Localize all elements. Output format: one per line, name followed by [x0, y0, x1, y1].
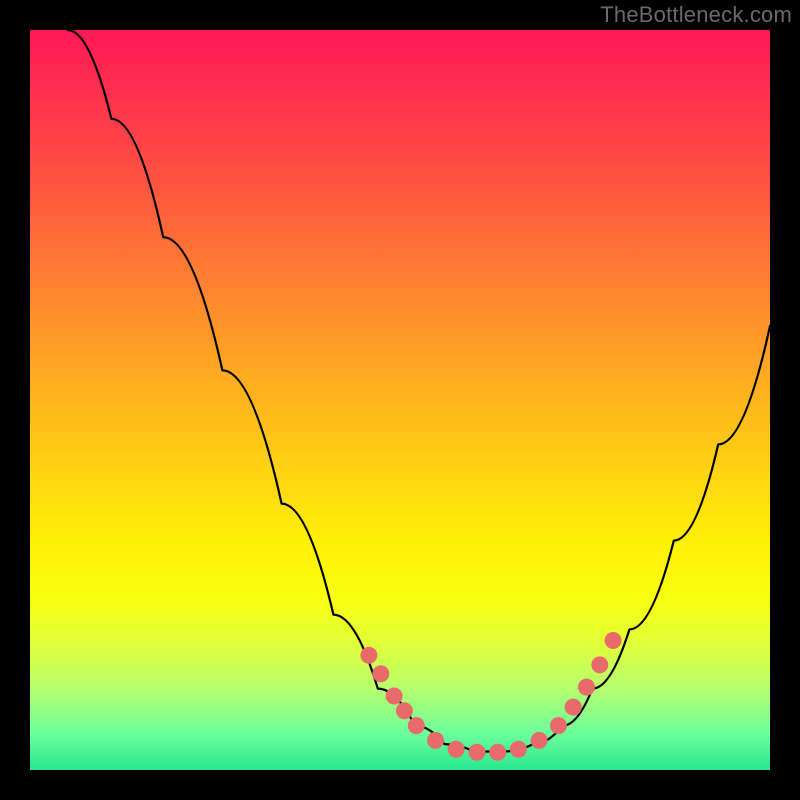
red-dot — [427, 732, 444, 749]
red-dot — [489, 744, 506, 761]
red-dot — [386, 688, 403, 705]
red-dot — [408, 717, 425, 734]
red-dot — [531, 732, 548, 749]
plot-area — [30, 30, 770, 770]
curve-layer — [30, 30, 770, 770]
watermark-text: TheBottleneck.com — [600, 2, 792, 28]
red-dot — [372, 665, 389, 682]
red-dot — [565, 699, 582, 716]
red-dot — [360, 647, 377, 664]
red-dots-group — [360, 632, 621, 761]
black-curve — [68, 30, 770, 752]
red-dot — [605, 632, 622, 649]
red-dot — [550, 717, 567, 734]
chart-frame: TheBottleneck.com — [0, 0, 800, 800]
red-dot — [469, 744, 486, 761]
red-dot — [396, 702, 413, 719]
red-dot — [578, 679, 595, 696]
red-dot — [448, 741, 465, 758]
red-dot — [510, 741, 527, 758]
red-dot — [591, 656, 608, 673]
